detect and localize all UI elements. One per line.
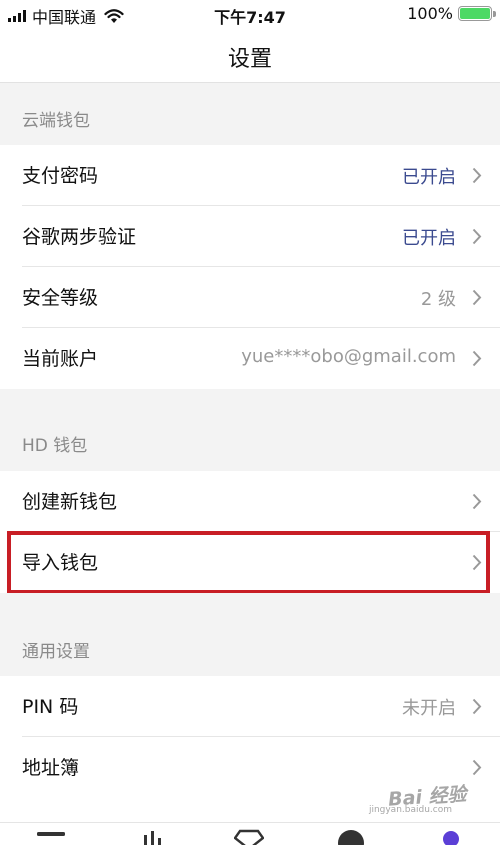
- row-payment-password[interactable]: 支付密码 已开启: [0, 145, 500, 206]
- battery-percent: 100%: [407, 4, 453, 23]
- section-header-general: 通用设置: [0, 593, 500, 675]
- chevron-right-icon: [472, 759, 482, 776]
- section-header-label: HD 钱包: [22, 436, 88, 456]
- nav-bar: 设置: [0, 30, 500, 83]
- row-value: 已开启: [402, 228, 456, 249]
- section-header-hd: HD 钱包: [0, 389, 500, 471]
- row-google-2fa[interactable]: 谷歌两步验证 已开启: [0, 206, 500, 267]
- row-label: PIN 码: [22, 696, 79, 718]
- chart-icon[interactable]: [142, 829, 164, 845]
- row-label: 安全等级: [22, 287, 99, 309]
- row-current-account[interactable]: 当前账户 yue****obo@gmail.com: [0, 328, 500, 389]
- watermark-url: jingyan.baidu.com: [368, 805, 452, 815]
- chevron-right-icon: [472, 350, 482, 367]
- section-header-label: 云端钱包: [22, 111, 90, 131]
- row-security-level[interactable]: 安全等级 2 级: [0, 267, 500, 328]
- send-icon[interactable]: [336, 829, 366, 845]
- chevron-right-icon: [472, 289, 482, 306]
- row-pin-code[interactable]: PIN 码 未开启: [0, 676, 500, 737]
- section-header-label: 通用设置: [22, 642, 90, 662]
- profile-icon[interactable]: [441, 829, 461, 845]
- row-label: 谷歌两步验证: [22, 226, 137, 248]
- page-title: 设置: [227, 47, 272, 72]
- section-header-cloud: 云端钱包: [0, 83, 500, 145]
- row-label: 创建新钱包: [22, 491, 118, 513]
- row-value: 已开启: [402, 167, 456, 188]
- status-bar: 中国联通 下午7:47 100%: [0, 0, 500, 30]
- chevron-right-icon: [472, 228, 482, 245]
- chevron-right-icon: [472, 493, 482, 510]
- highlight-annotation: [7, 531, 490, 594]
- row-value: 未开启: [402, 698, 456, 719]
- battery-icon: [458, 6, 496, 21]
- chevron-right-icon: [472, 698, 482, 715]
- diamond-icon[interactable]: [234, 829, 264, 845]
- tab-bar: [0, 822, 500, 845]
- status-right: 100%: [407, 4, 496, 23]
- row-label: 支付密码: [22, 165, 99, 187]
- chevron-right-icon: [472, 167, 482, 184]
- row-value: 2 级: [420, 289, 456, 310]
- row-label: 当前账户: [22, 348, 99, 370]
- wallet-icon[interactable]: [36, 829, 66, 845]
- row-value: yue****obo@gmail.com: [241, 346, 456, 367]
- row-label: 地址簿: [22, 757, 80, 779]
- row-create-wallet[interactable]: 创建新钱包: [0, 471, 500, 532]
